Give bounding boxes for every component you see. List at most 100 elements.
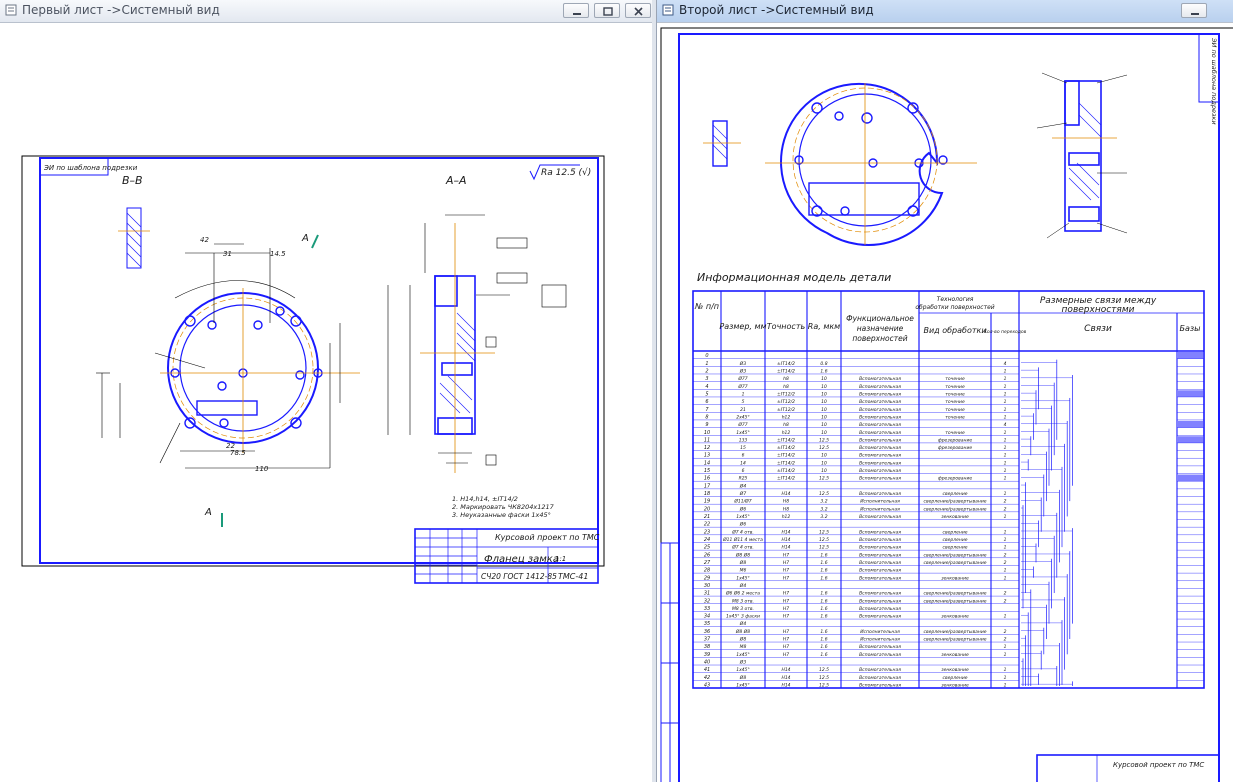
row-number: 12 xyxy=(704,445,710,451)
row-size: 1x45° xyxy=(736,575,750,581)
row-passes: 1 xyxy=(1004,460,1007,466)
row-size: Ø8 xyxy=(739,636,747,643)
svg-text:22: 22 xyxy=(226,442,235,450)
row-number: 30 xyxy=(704,583,710,589)
row-passes: 2 xyxy=(1004,506,1007,512)
row-size: 1x45° xyxy=(736,667,750,673)
row-number: 10 xyxy=(704,430,710,436)
row-function: Вспомогательная xyxy=(859,414,901,420)
row-size: Ø77 xyxy=(737,375,747,382)
row-number: 21 xyxy=(704,514,710,520)
minimize-button[interactable] xyxy=(563,3,589,18)
window-titlebar[interactable]: Второй лист ->Системный вид xyxy=(657,0,1233,23)
row-roughness: 12.5 xyxy=(819,529,829,535)
row-number: 25 xyxy=(704,545,710,551)
restore-icon xyxy=(603,7,613,16)
row-function: Вспомогательная xyxy=(859,460,901,466)
row-passes: 1 xyxy=(1004,667,1007,673)
view-a-label: А–А xyxy=(445,174,467,187)
row-size: 1x45° xyxy=(736,514,750,520)
row-process: фрезерование xyxy=(938,476,973,482)
row-roughness: 12.5 xyxy=(819,445,829,451)
row-passes: 1 xyxy=(1004,453,1007,459)
row-roughness: 10 xyxy=(821,422,827,428)
row-function: Исполнительная xyxy=(860,506,900,512)
base-hatch xyxy=(1178,352,1203,359)
row-roughness: 10 xyxy=(821,384,827,390)
row-size: 1x45° xyxy=(736,430,750,436)
row-roughness: 3.2 xyxy=(820,514,827,520)
drawing-canvas[interactable]: ЭИ по шаблона подрезки Ra 12.5 (√) В–В А… xyxy=(0,23,652,782)
header-function: Функциональное xyxy=(846,314,914,323)
row-size: Ø4 xyxy=(739,620,747,627)
row-number: 40 xyxy=(704,660,710,666)
row-passes: 1 xyxy=(1004,537,1007,543)
row-passes: 1 xyxy=(1004,384,1007,390)
row-accuracy: H7 xyxy=(783,614,789,620)
row-size: Ø6 xyxy=(739,521,747,528)
row-passes: 1 xyxy=(1004,391,1007,397)
window-title: Второй лист ->Системный вид xyxy=(679,3,874,17)
row-function: Вспомогательная xyxy=(859,529,901,535)
row-passes: 1 xyxy=(1004,514,1007,520)
row-passes: 2 xyxy=(1004,591,1007,597)
row-roughness: 1.6 xyxy=(820,591,827,597)
row-function: Вспомогательная xyxy=(859,491,901,497)
header-tech-2: обработки поверхностей xyxy=(915,304,994,311)
row-process: зенкование xyxy=(941,576,969,581)
row-number: 32 xyxy=(704,598,710,604)
row-number: 26 xyxy=(704,552,710,558)
row-process: фрезерование xyxy=(938,437,973,443)
row-function: Вспомогательная xyxy=(859,545,901,551)
row-roughness: 12.5 xyxy=(819,545,829,551)
window-second-sheet[interactable]: Второй лист ->Системный вид ЭИ по шаблон… xyxy=(656,0,1233,782)
row-roughness: 1.6 xyxy=(820,568,827,574)
row-passes: 2 xyxy=(1004,499,1007,505)
document-icon xyxy=(662,4,674,16)
row-function: Вспомогательная xyxy=(859,437,901,443)
row-process: точение xyxy=(945,377,965,382)
stamp-title: Курсовой проект по ТМС xyxy=(1113,761,1204,769)
sheet-1-drawing: ЭИ по шаблона подрезки Ra 12.5 (√) В–В А… xyxy=(21,155,605,584)
row-passes: 2 xyxy=(1004,598,1007,604)
row-number: 38 xyxy=(704,644,710,650)
row-process: зенкование xyxy=(941,684,969,689)
row-function: Вспомогательная xyxy=(859,568,901,574)
row-roughness: 1.6 xyxy=(820,368,827,374)
row-function: Вспомогательная xyxy=(859,453,901,459)
row-number: 28 xyxy=(704,568,710,574)
drawing-canvas[interactable]: ЭИ по шаблона подрезки Информационная мо… xyxy=(657,23,1233,782)
row-process: сверление/развертывание xyxy=(923,591,986,597)
row-accuracy: h8 xyxy=(783,422,789,428)
row-roughness: 0.8 xyxy=(820,361,827,367)
row-function: Вспомогательная xyxy=(859,391,901,397)
minimize-button[interactable] xyxy=(1181,3,1207,18)
note-1: 1. Н14,h14, ±IT14/2 xyxy=(452,495,518,503)
window-titlebar[interactable]: Первый лист ->Системный вид xyxy=(0,0,652,23)
row-accuracy: h12 xyxy=(782,430,791,436)
row-size: Ø4 xyxy=(739,482,747,489)
row-size: Ø77 xyxy=(737,383,747,390)
restore-button[interactable] xyxy=(594,3,620,18)
row-passes: 2 xyxy=(1004,552,1007,558)
row-roughness: 12.5 xyxy=(819,667,829,673)
row-roughness: 1.6 xyxy=(820,644,827,650)
stamp-scale: 1:1 xyxy=(555,555,566,563)
row-size: M8 3 отв. xyxy=(732,598,754,604)
row-number: 29 xyxy=(704,575,710,581)
row-accuracy: H14 xyxy=(781,667,790,673)
row-passes: 2 xyxy=(1004,637,1007,643)
row-number: 2 xyxy=(705,368,708,374)
row-function: Вспомогательная xyxy=(859,644,901,650)
row-process: точение xyxy=(945,392,965,397)
stamp-title: Курсовой проект по ТМС xyxy=(495,533,600,542)
row-process: сверление xyxy=(942,492,967,497)
window-first-sheet[interactable]: Первый лист ->Системный вид ЭИ по шаблон… xyxy=(0,0,653,782)
close-button[interactable] xyxy=(625,3,651,18)
row-function: Вспомогательная xyxy=(859,468,901,474)
row-passes: 4 xyxy=(1004,422,1007,428)
row-passes: 1 xyxy=(1004,437,1007,443)
row-function: Исполнительная xyxy=(860,629,900,635)
row-roughness: 1.6 xyxy=(820,614,827,620)
row-number: 19 xyxy=(704,499,710,505)
